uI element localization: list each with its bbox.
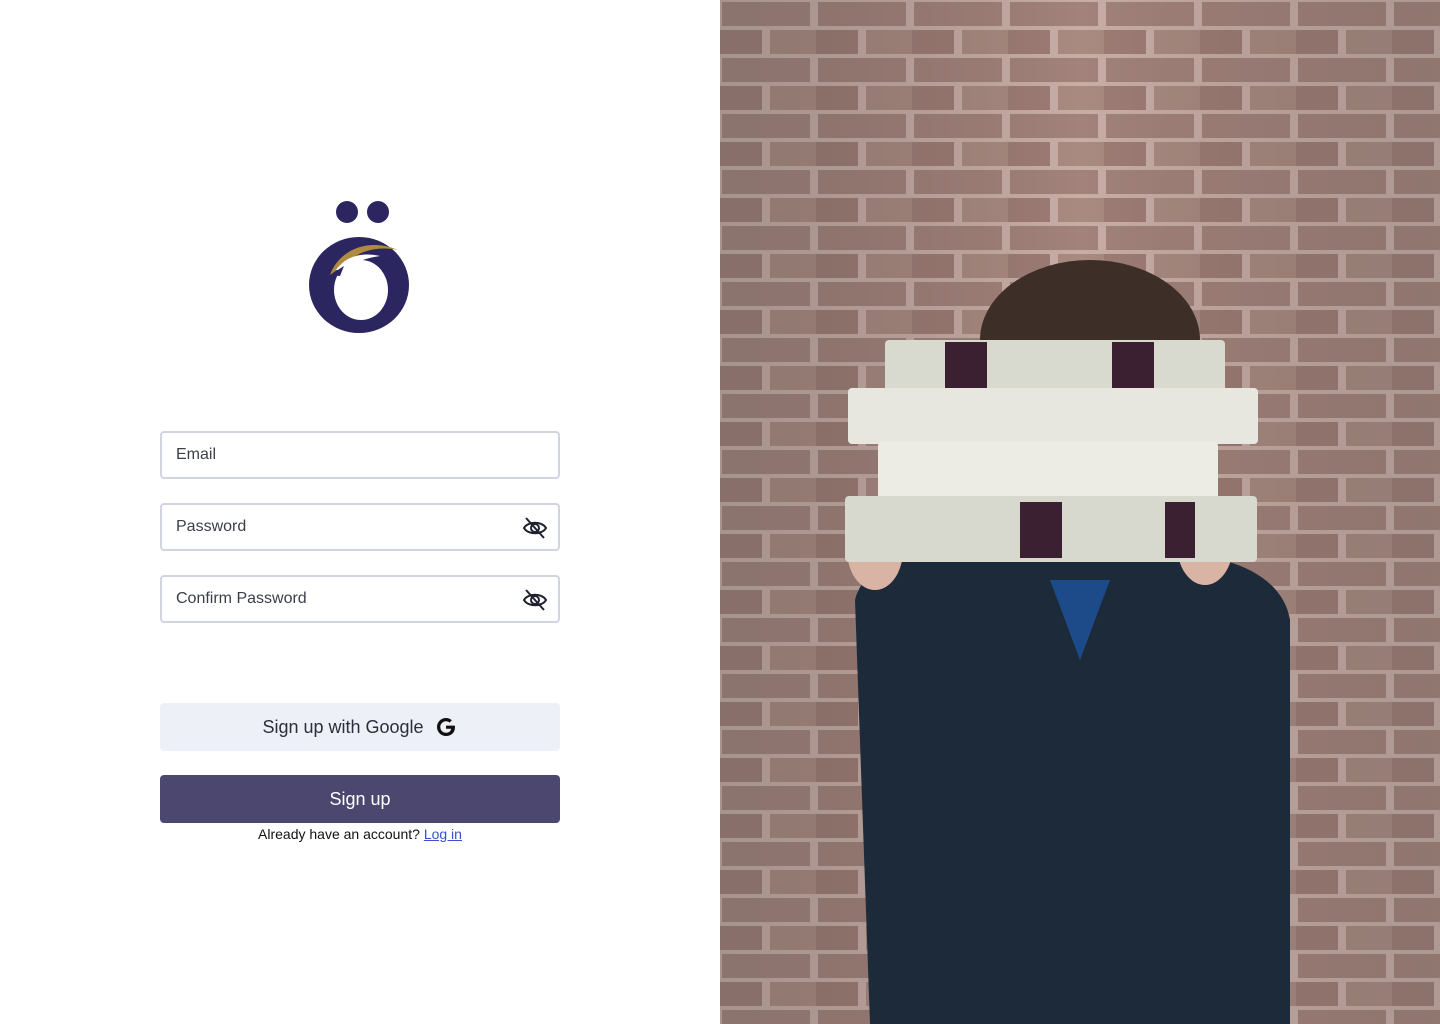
hero-image-panel bbox=[720, 0, 1440, 1024]
eye-off-icon[interactable] bbox=[522, 516, 548, 540]
login-prompt-text: Already have an account? bbox=[258, 826, 420, 842]
password-field[interactable] bbox=[160, 503, 560, 551]
google-signup-label: Sign up with Google bbox=[262, 716, 424, 737]
login-prompt: Already have an account? Log in bbox=[160, 826, 560, 842]
google-signup-button[interactable]: Sign up with Google bbox=[160, 703, 560, 751]
eye-off-icon[interactable] bbox=[522, 588, 548, 612]
signup-button-label: Sign up bbox=[329, 788, 391, 809]
confirm-password-field[interactable] bbox=[160, 575, 560, 623]
google-g-icon bbox=[436, 718, 455, 736]
email-field[interactable] bbox=[160, 431, 560, 479]
login-link[interactable]: Log in bbox=[424, 826, 462, 842]
email-input[interactable] bbox=[162, 433, 558, 477]
hero-photo bbox=[720, 0, 1440, 1024]
signup-page: Sign up with Google Sign up Already have… bbox=[0, 0, 1440, 1024]
brand-logo bbox=[309, 201, 409, 333]
confirm-password-input[interactable] bbox=[162, 577, 558, 621]
password-input[interactable] bbox=[162, 505, 558, 549]
signup-form-panel: Sign up with Google Sign up Already have… bbox=[0, 0, 720, 1024]
signup-button[interactable]: Sign up bbox=[160, 775, 560, 823]
